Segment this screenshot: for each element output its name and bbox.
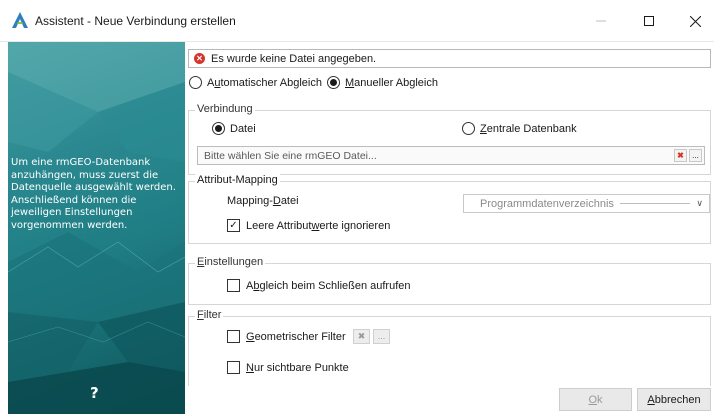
side-panel-text: Um eine rmGEO-Datenbank anzuhängen, muss… [11,157,176,231]
cancel-button-label: Abbrechen [647,393,701,406]
error-icon: ✕ [194,53,205,64]
sync-on-close-box[interactable] [227,279,240,292]
chevron-down-icon: ∨ [696,198,703,208]
window-title: Assistent - Neue Verbindung erstellen [35,14,236,28]
geometric-filter-box[interactable] [227,330,240,343]
ok-button-label: Ok [588,393,603,406]
mapping-file-value: Programmdatenverzeichnis [480,197,614,210]
visible-points-only-box[interactable] [227,361,240,374]
clear-icon: ✖ [677,151,684,160]
radio-manual-label: Manueller Abgleich [345,76,438,89]
radio-central-indicator[interactable] [462,122,475,135]
radio-manual-sync[interactable]: Manueller Abgleich [327,76,438,89]
close-icon [689,15,701,27]
settings-group-title: Einstellungen [195,256,266,268]
rmgeo-logo-icon [12,12,28,28]
mapping-file-dropdown[interactable]: Programmdatenverzeichnis ∨ [463,194,710,213]
geometric-filter-checkbox[interactable]: Geometrischer Filter [227,330,346,343]
connection-group-title: Verbindung [195,103,255,115]
error-message: Es wurde keine Datei angegeben. [211,52,377,65]
geometric-filter-label: Geometrischer Filter [246,330,346,343]
error-message-bar: ✕ Es wurde keine Datei angegeben. [188,49,711,68]
filter-group: Filter Geometrischer Filter ✖ ... Nur si… [188,309,711,386]
visible-points-only-label: Nur sichtbare Punkte [246,361,349,374]
ignore-empty-values-checkbox[interactable]: ✓ Leere Attributwerte ignorieren [227,219,390,232]
cancel-button[interactable]: Abbrechen [637,388,711,411]
side-panel: Um eine rmGEO-Datenbank anzuhängen, muss… [8,42,185,414]
clear-geometric-filter-button[interactable]: ✖ [353,329,370,344]
geometric-filter-buttons: ✖ ... [353,329,393,345]
radio-central-label: Zentrale Datenbank [480,122,577,135]
maximize-icon [644,16,654,26]
checkmark-icon[interactable]: ✓ [227,219,240,232]
browse-file-button[interactable]: ... [689,149,702,162]
dropdown-separator [619,203,691,204]
help-icon[interactable]: ? [90,384,99,402]
radio-automatic-indicator[interactable] [189,76,202,89]
radio-central-database[interactable]: Zentrale Datenbank [462,122,577,135]
clear-file-button[interactable]: ✖ [674,149,687,162]
maximize-button[interactable] [626,0,672,42]
clear-icon: ✖ [357,331,366,341]
file-path-placeholder: Bitte wählen Sie eine rmGEO Datei... [204,149,377,162]
radio-file-indicator[interactable] [212,122,225,135]
attribute-mapping-group: Attribut-Mapping Mapping-Datei Programmd… [188,174,711,244]
radio-manual-indicator[interactable] [327,76,340,89]
file-path-field[interactable]: Bitte wählen Sie eine rmGEO Datei... ✖ .… [197,146,705,165]
radio-automatic-label: Automatischer Abgleich [207,76,322,89]
radio-file-label: Datei [230,122,256,135]
connection-group: Verbindung Datei Zentrale Datenbank Bitt… [188,103,711,175]
radio-automatic-sync[interactable]: Automatischer Abgleich [189,76,322,89]
sync-on-close-label: Abgleich beim Schließen aufrufen [246,279,411,292]
attribute-mapping-title: Attribut-Mapping [195,174,280,186]
settings-group: Einstellungen Abgleich beim Schließen au… [188,256,711,305]
ignore-empty-values-label: Leere Attributwerte ignorieren [246,219,391,232]
minimize-button[interactable] [578,0,624,42]
radio-file[interactable]: Datei [212,122,256,135]
ok-button[interactable]: Ok [559,388,632,411]
close-button[interactable] [672,0,714,42]
wizard-content: ✕ Es wurde keine Datei angegeben. Automa… [185,42,714,414]
filter-group-title: Filter [195,309,224,321]
browse-geometric-filter-button[interactable]: ... [373,329,390,344]
minimize-icon [596,20,606,22]
mapping-file-label: Mapping-Datei [227,195,299,207]
title-bar: Assistent - Neue Verbindung erstellen [0,0,714,42]
sync-on-close-checkbox[interactable]: Abgleich beim Schließen aufrufen [227,279,411,292]
visible-points-only-checkbox[interactable]: Nur sichtbare Punkte [227,361,349,374]
